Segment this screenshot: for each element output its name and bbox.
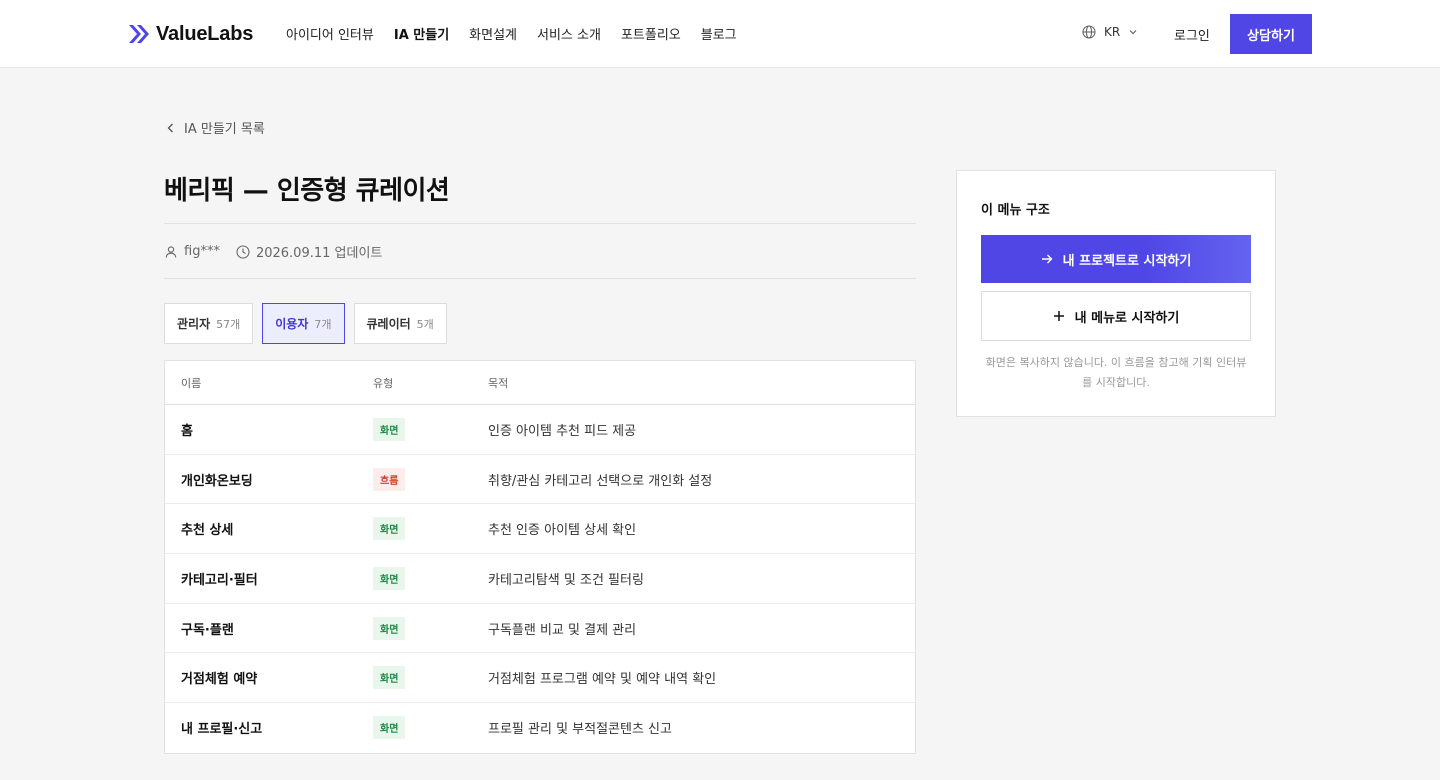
table-row[interactable]: 카테고리·필터 화면 카테고리탐색 및 조건 필터링 (165, 554, 915, 604)
row-purpose: 추천 인증 아이템 상세 확인 (488, 523, 637, 539)
menu-structure-panel: 이 메뉴 구조 내 프로젝트로 시작하기 내 메뉴로 시작하기 화면은 복사하지… (956, 170, 1276, 417)
tab-admin-count: 57개 (216, 317, 241, 331)
back-to-list-link[interactable]: IA 만들기 목록 (166, 118, 265, 137)
row-name: 홈 (181, 423, 193, 439)
tab-admin[interactable]: 관리자 57개 (164, 303, 254, 344)
start-with-my-menu-button[interactable]: 내 메뉴로 시작하기 (981, 291, 1251, 341)
brand-logo[interactable]: ValueLabs (128, 22, 253, 46)
row-name: 카테고리·필터 (181, 572, 258, 588)
table-row[interactable]: 추천 상세 화면 추천 인증 아이템 상세 확인 (165, 504, 915, 555)
logo-chevrons-icon (129, 25, 149, 43)
type-badge: 화면 (373, 517, 406, 541)
row-name: 구독·플랜 (181, 622, 234, 638)
table-row[interactable]: 내 프로필·신고 화면 프로필 관리 및 부적절콘텐츠 신고 (165, 703, 915, 753)
role-tabs: 관리자 57개 이용자 7개 큐레이터 5개 (164, 303, 447, 344)
tab-curator-count: 5개 (416, 317, 434, 331)
back-label: IA 만들기 목록 (184, 122, 265, 137)
update-date: 2026.09.11 업데이트 (255, 246, 383, 261)
chevron-left-icon (167, 123, 173, 132)
author-info: fig*** (164, 244, 220, 259)
consult-button[interactable]: 상담하기 (1230, 14, 1312, 54)
user-icon (165, 245, 177, 258)
secondary-button-label: 내 메뉴로 시작하기 (1074, 310, 1180, 326)
row-purpose: 카테고리탐색 및 조건 필터링 (488, 572, 644, 588)
type-badge: 화면 (373, 566, 406, 590)
table-row[interactable]: 개인화온보딩 흐름 취향/관심 카테고리 선택으로 개인화 설정 (165, 455, 915, 505)
panel-title: 이 메뉴 구조 (981, 203, 1050, 218)
meta-info: fig*** 2026.09.11 업데이트 (164, 242, 382, 261)
nav-service-intro[interactable]: 서비스 소개 (537, 24, 601, 43)
row-name: 내 프로필·신고 (181, 722, 263, 738)
language-label: KR (1104, 25, 1121, 39)
nav-screen-design[interactable]: 화면설계 (469, 24, 517, 43)
row-purpose: 인증 아이템 추천 피드 제공 (488, 423, 637, 439)
type-badge: 화면 (373, 666, 406, 690)
clock-icon (236, 244, 250, 259)
tab-user[interactable]: 이용자 7개 (262, 303, 345, 344)
tab-curator[interactable]: 큐레이터 5개 (353, 303, 447, 344)
main-nav: 아이디어 인터뷰 IA 만들기 화면설계 서비스 소개 포트폴리오 블로그 (286, 24, 737, 43)
tab-user-label: 이용자 (275, 317, 309, 331)
row-purpose: 취향/관심 카테고리 선택으로 개인화 설정 (488, 473, 713, 489)
globe-icon (1082, 25, 1096, 39)
tab-admin-label: 관리자 (177, 317, 211, 331)
table-row[interactable]: 거점체험 예약 화면 거점체험 프로그램 예약 및 예약 내역 확인 (165, 653, 915, 704)
top-header: ValueLabs 아이디어 인터뷰 IA 만들기 화면설계 서비스 소개 포트… (0, 0, 1440, 68)
nav-ia-builder[interactable]: IA 만들기 (394, 24, 449, 43)
column-header-name: 이름 (181, 376, 202, 390)
menu-table: 이름 유형 목적 홈 화면 인증 아이템 추천 피드 제공 개인화온보딩 흐름 … (164, 360, 916, 754)
meta-divider (164, 278, 916, 279)
author-name: fig*** (184, 244, 220, 259)
row-name: 개인화온보딩 (181, 473, 253, 489)
arrow-right-icon (1041, 254, 1053, 264)
table-row[interactable]: 홈 화면 인증 아이템 추천 피드 제공 (165, 405, 915, 455)
tab-user-count: 7개 (314, 317, 332, 331)
update-info: 2026.09.11 업데이트 (236, 242, 382, 261)
column-header-purpose: 목적 (488, 376, 509, 390)
table-header: 이름 유형 목적 (165, 361, 915, 405)
row-purpose: 프로필 관리 및 부적절콘텐츠 신고 (488, 722, 672, 738)
page-title: 베리픽 — 인증형 큐레이션 (164, 176, 450, 206)
table-row[interactable]: 구독·플랜 화면 구독플랜 비교 및 결제 관리 (165, 604, 915, 654)
row-purpose: 거점체험 프로그램 예약 및 예약 내역 확인 (488, 672, 717, 688)
plus-icon (1053, 311, 1064, 321)
tab-curator-label: 큐레이터 (366, 317, 411, 331)
nav-portfolio[interactable]: 포트폴리오 (621, 24, 681, 43)
type-badge: 흐름 (373, 467, 406, 491)
start-with-my-project-button[interactable]: 내 프로젝트로 시작하기 (981, 235, 1251, 283)
brand-name: ValueLabs (156, 22, 254, 45)
language-selector[interactable]: KR (1082, 25, 1138, 39)
chevron-down-icon (1129, 30, 1137, 35)
type-badge: 화면 (373, 716, 406, 740)
row-purpose: 구독플랜 비교 및 결제 관리 (488, 622, 637, 638)
row-name: 추천 상세 (181, 523, 234, 539)
nav-blog[interactable]: 블로그 (701, 24, 737, 43)
type-badge: 화면 (373, 616, 406, 640)
title-divider (164, 223, 916, 224)
row-name: 거점체험 예약 (181, 672, 258, 688)
column-header-type: 유형 (373, 376, 394, 390)
nav-idea-interview[interactable]: 아이디어 인터뷰 (286, 24, 374, 43)
primary-button-label: 내 프로젝트로 시작하기 (1062, 253, 1192, 269)
panel-note: 화면은 복사하지 않습니다. 이 흐름을 참고해 기획 인터뷰를 시작합니다. (985, 356, 1247, 389)
login-link[interactable]: 로그인 (1174, 25, 1210, 44)
type-badge: 화면 (373, 417, 406, 441)
